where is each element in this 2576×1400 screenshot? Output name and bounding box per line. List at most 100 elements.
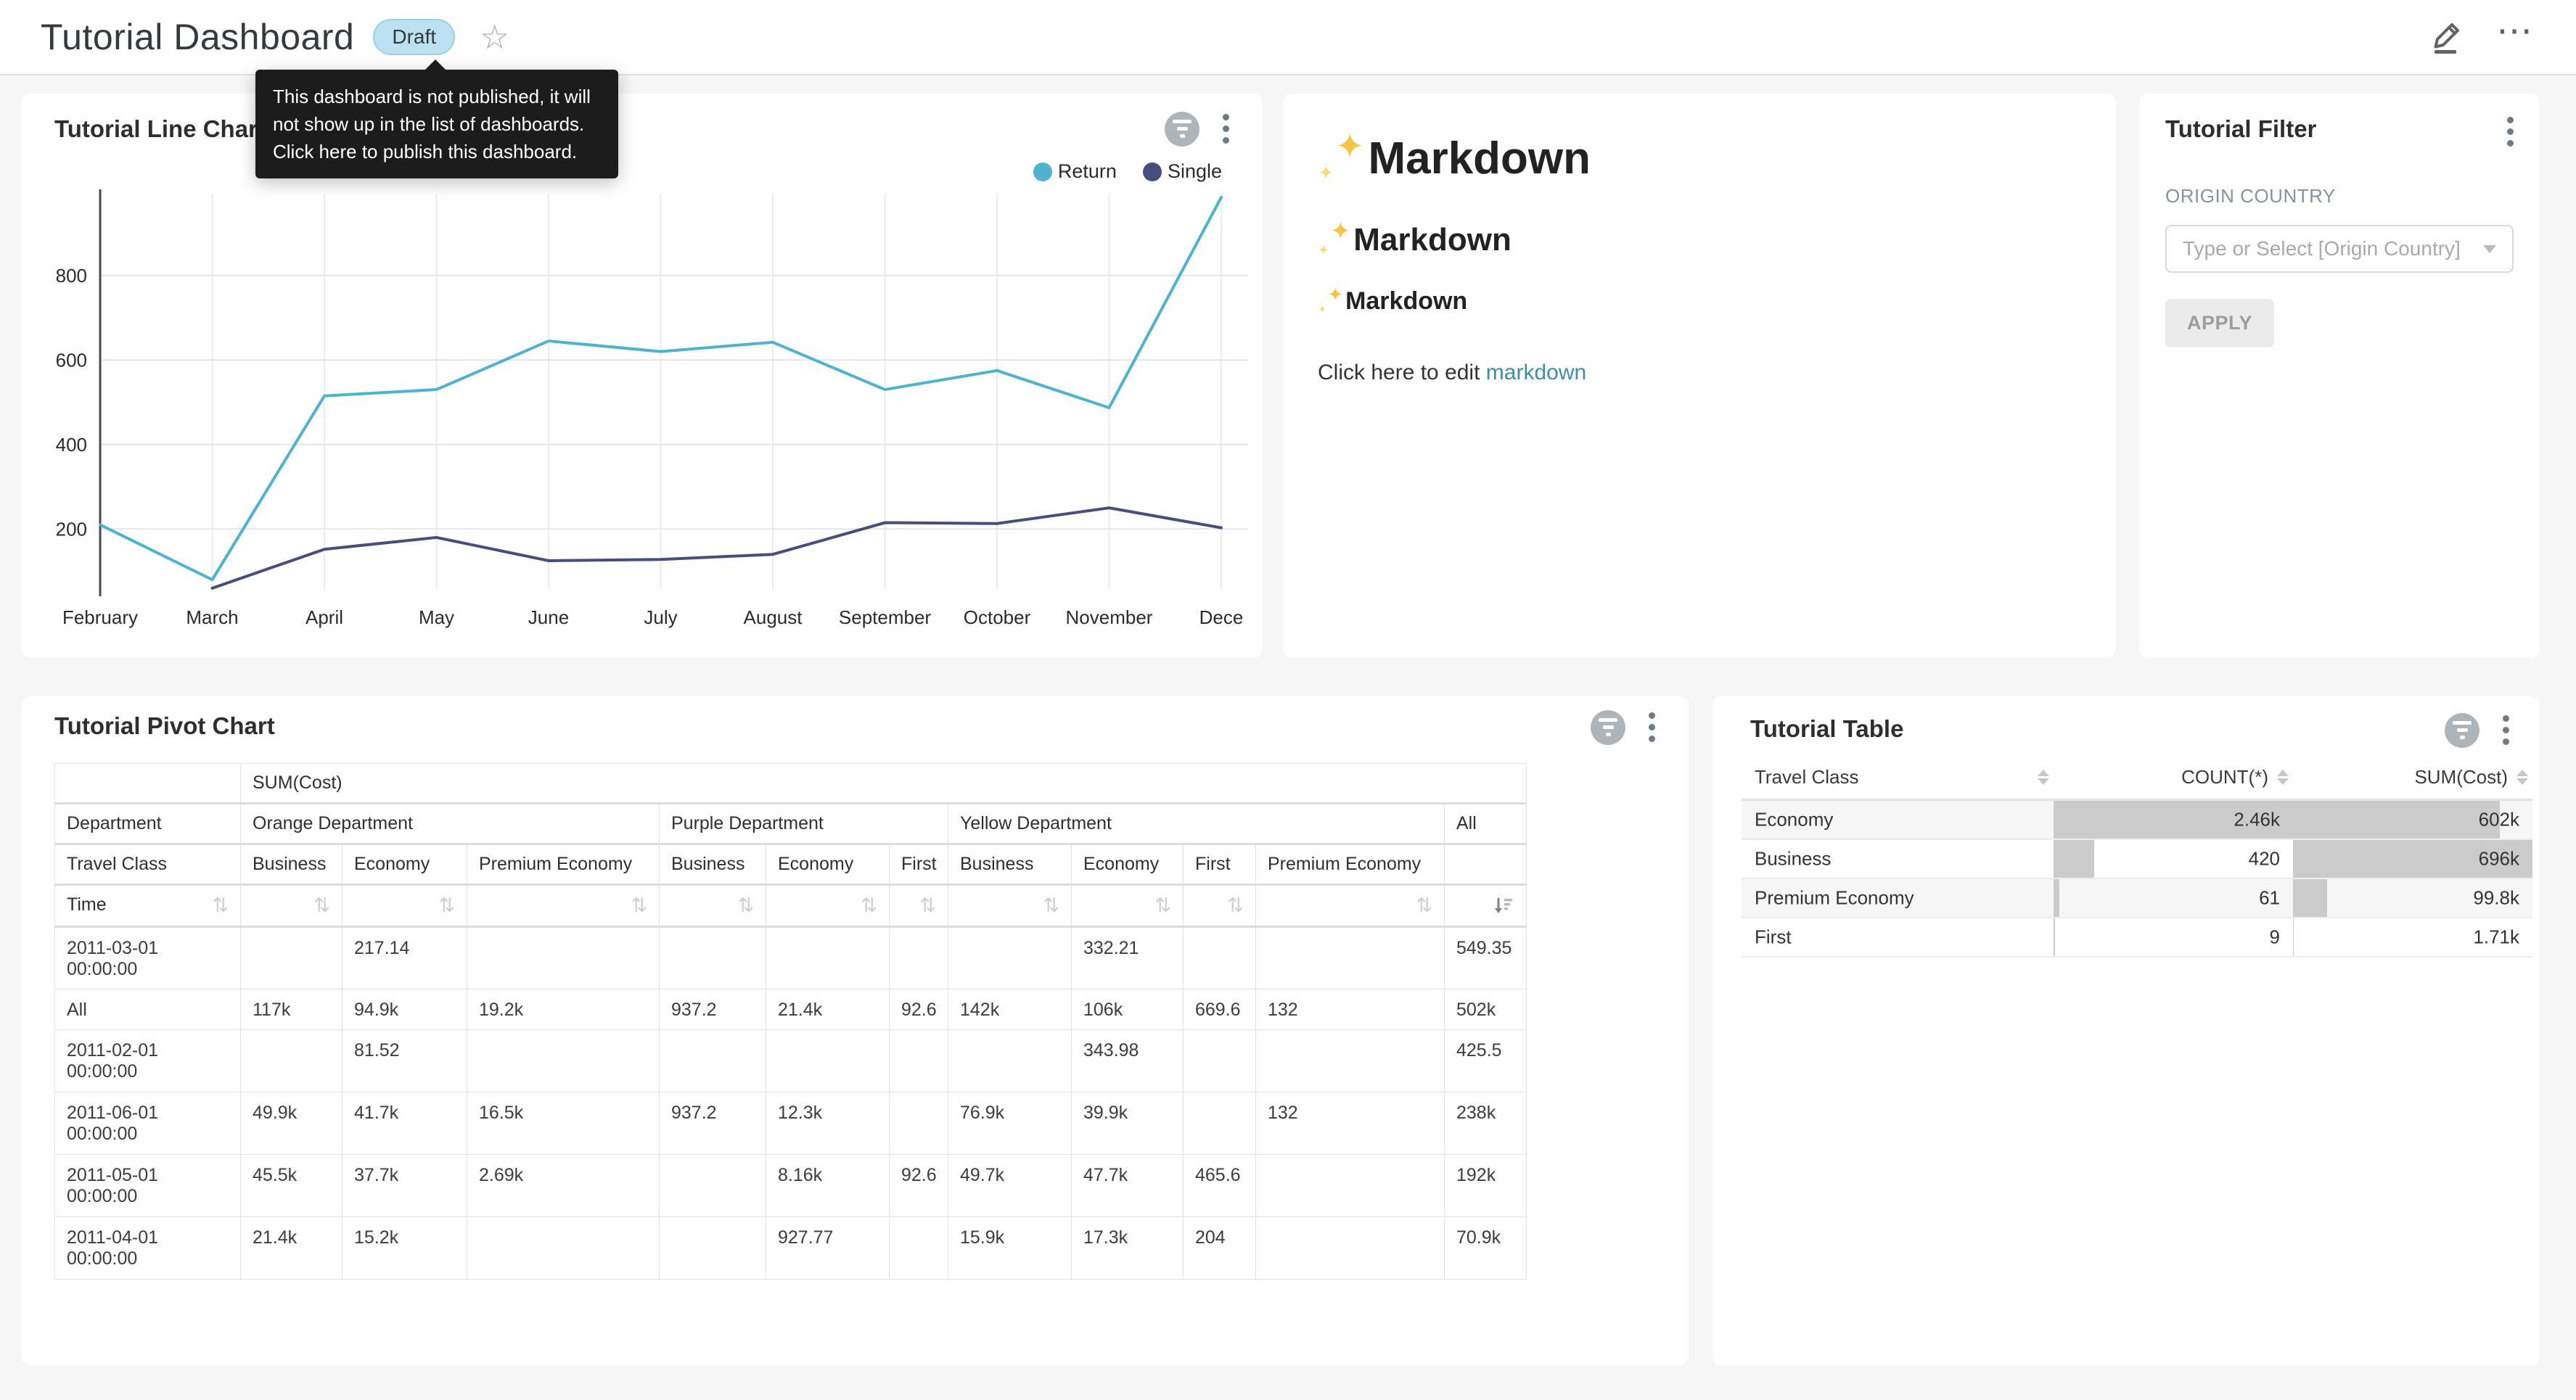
pivot-value-cell (660, 1155, 766, 1217)
sort-arrows-icon[interactable]: ⇅ (1227, 894, 1244, 917)
class-header: Economy (1072, 844, 1184, 885)
sort-cell: ⇅ (342, 885, 467, 927)
cell-value: 420 (2249, 847, 2280, 870)
pivot-row: 2011-06-0100:00:0049.9k41.7k16.5k937.212… (55, 1092, 1527, 1155)
column-header-sum-cost[interactable]: SUM(Cost) (2293, 760, 2532, 800)
class-header: Premium Economy (467, 844, 660, 885)
return-series-dot (1033, 162, 1052, 181)
pivot-value-cell (1256, 927, 1445, 989)
pivot-value-cell (1256, 1030, 1445, 1092)
value-bar (2054, 840, 2094, 878)
star-outline-icon[interactable]: ☆ (480, 20, 509, 54)
class-header: Business (241, 844, 342, 885)
pivot-value-cell: 132 (1256, 989, 1445, 1030)
sort-cell: ⇅ (948, 885, 1072, 927)
count-cell: 61 (2054, 878, 2293, 918)
pivot-value-cell: 49.9k (241, 1092, 342, 1155)
column-header-travel-class[interactable]: Travel Class (1742, 760, 2054, 800)
pivot-value-cell (890, 1092, 948, 1155)
x-tick-label: November (1066, 606, 1153, 628)
markdown-card: Markdown Markdown Markdown Click here to… (1283, 94, 2116, 657)
sum-cost-cell: 1.71k (2293, 918, 2532, 957)
markdown-paragraph: Click here to edit markdown (1318, 361, 2081, 385)
pivot-total-cell: 425.5 (1445, 1030, 1527, 1092)
ellipsis-v-icon[interactable] (2498, 712, 2514, 748)
sort-arrows-icon[interactable]: ⇅ (1416, 894, 1432, 917)
sort-amount-desc-icon[interactable] (1493, 895, 1514, 917)
pivot-value-cell: 16.5k (467, 1092, 660, 1155)
pivot-metric-row: SUM(Cost) (55, 764, 1527, 804)
filter-circle-icon[interactable] (1591, 710, 1625, 745)
markdown-h2: Markdown (1318, 222, 2081, 258)
pivot-value-cell: 937.2 (660, 989, 766, 1030)
class-header: Business (660, 844, 766, 885)
table-card: Tutorial Table Travel Class COUNT(*) SUM… (1712, 696, 2540, 1365)
sort-arrows-icon[interactable]: ⇅ (631, 894, 647, 917)
all-column-header: All (1445, 804, 1527, 844)
sort-cell: ⇅ (1072, 885, 1184, 927)
ellipsis-v-icon[interactable] (2503, 114, 2518, 149)
pivot-corner-cell (55, 764, 241, 804)
sort-arrows-icon[interactable]: ⇅ (212, 894, 229, 917)
filter-circle-icon[interactable] (1165, 112, 1199, 147)
x-tick-label: April (305, 606, 343, 628)
cell-value: 99.8k (2473, 886, 2519, 909)
markdown-link[interactable]: markdown (1486, 361, 1586, 384)
pivot-total-cell: 70.9k (1445, 1217, 1527, 1280)
origin-country-select[interactable]: Type or Select [Origin Country] (2165, 225, 2514, 273)
y-tick-label: 600 (56, 349, 87, 371)
ellipsis-v-icon[interactable] (1218, 111, 1234, 147)
value-bar (2293, 918, 2294, 956)
sparkles-icon (1318, 136, 1363, 181)
pivot-value-cell: 8.16k (766, 1155, 890, 1217)
x-tick-label: March (186, 606, 238, 628)
line-chart-plot[interactable]: 200400600800FebruaryMarchAprilMayJuneJul… (22, 181, 1255, 645)
ellipsis-v-icon[interactable] (1644, 709, 1660, 745)
legend-item-return[interactable]: Return (1033, 160, 1117, 183)
sort-arrows-icon[interactable]: ⇅ (919, 894, 936, 917)
class-header: First (1184, 844, 1256, 885)
edit-dashboard-button[interactable] (2427, 17, 2467, 57)
pivot-value-cell (241, 927, 342, 989)
filter-circle-icon[interactable] (2445, 713, 2479, 748)
pivot-value-cell (467, 1030, 660, 1092)
pivot-total-cell: 502k (1445, 989, 1527, 1030)
sort-arrows-icon (2277, 770, 2289, 785)
ellipsis-h-icon[interactable]: ⋯ (2496, 23, 2535, 51)
class-header: Premium Economy (1256, 844, 1445, 885)
pivot-value-cell: 39.9k (1072, 1092, 1184, 1155)
pivot-value-cell: 92.6 (890, 1155, 948, 1217)
value-bar (2293, 801, 2500, 839)
sort-arrows-icon[interactable]: ⇅ (737, 894, 754, 917)
chart-legend: Return Single (1033, 160, 1222, 183)
tooltip-arrow (424, 59, 447, 71)
pencil-underline-icon (2428, 18, 2466, 56)
table-header-row: Travel Class COUNT(*) SUM(Cost) (1742, 760, 2532, 800)
sort-cell: ⇅ (766, 885, 890, 927)
pivot-value-cell: 106k (1072, 989, 1184, 1030)
sort-arrows-icon[interactable]: ⇅ (438, 894, 455, 917)
sort-arrows-icon[interactable]: ⇅ (313, 894, 330, 917)
apply-button[interactable]: APPLY (2165, 299, 2274, 347)
sort-arrows-icon[interactable]: ⇅ (861, 894, 877, 917)
legend-item-single[interactable]: Single (1143, 160, 1222, 183)
card-title: Tutorial Line Chart (54, 115, 266, 143)
markdown-h1: Markdown (1318, 133, 2081, 184)
sort-cell: ⇅ (1256, 885, 1445, 927)
pivot-time-row: Time⇅ ⇅⇅⇅⇅⇅⇅⇅⇅⇅⇅ (55, 885, 1527, 927)
x-tick-label: February (62, 606, 138, 628)
pivot-value-cell (467, 1217, 660, 1280)
tooltip-line: not show up in the list of dashboards. (273, 110, 601, 138)
sort-arrows-icon[interactable]: ⇅ (1043, 894, 1059, 917)
pivot-value-cell: 217.14 (342, 927, 467, 989)
pivot-value-cell: 142k (948, 989, 1072, 1030)
draft-badge[interactable]: Draft (373, 19, 455, 55)
column-header-count[interactable]: COUNT(*) (2054, 760, 2293, 800)
pivot-chart-card: Tutorial Pivot Chart SUM(Cost) Departmen… (22, 696, 1689, 1365)
pivot-value-cell (1184, 1092, 1256, 1155)
travel-class-cell: Business (1742, 839, 2054, 878)
y-tick-label: 400 (56, 434, 87, 456)
pivot-value-cell: 49.7k (948, 1155, 1072, 1217)
sort-arrows-icon[interactable]: ⇅ (1154, 894, 1171, 917)
pivot-value-cell (890, 927, 948, 989)
